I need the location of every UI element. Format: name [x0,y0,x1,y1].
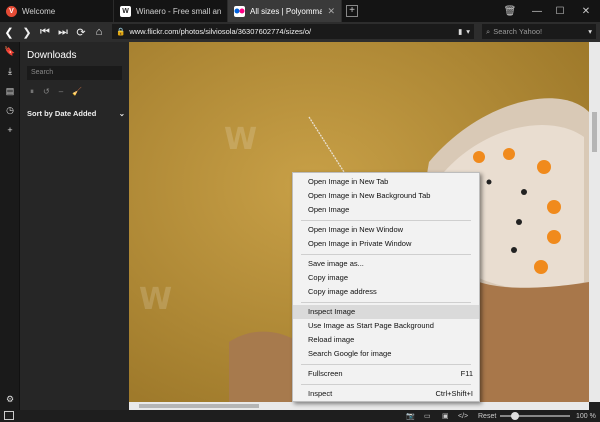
search-field[interactable]: ⌕ Search Yahoo! ▾ [482,24,596,39]
back-button[interactable]: ❮ [0,22,18,42]
menu-inspect-image[interactable]: Inspect Image [293,305,479,319]
clear-icon[interactable]: 🧹 [72,87,82,97]
page-actions-icon[interactable]: </> [458,413,468,420]
minimize-icon[interactable]: — [525,0,549,22]
tiling-icon[interactable]: ▭ [424,412,431,420]
tab-flickr[interactable]: All sizes | Polyommatus icar ✕ [228,0,342,22]
reset-zoom-button[interactable]: Reset [478,413,496,420]
bookmarks-icon[interactable]: 🔖 [0,46,20,57]
menu-copy-image[interactable]: Copy image [293,271,479,285]
vivaldi-icon: V [6,5,17,17]
search-placeholder: Search Yahoo! [493,27,543,36]
downloads-toolbar: ⏸ ↺ – 🧹 [30,87,82,97]
bookmark-icon[interactable]: ▮ [458,27,462,36]
status-bar: 📷 ▭ ▣ </> Reset 100 % [0,410,600,422]
menu-reload-image[interactable]: Reload image [293,333,479,347]
forward-button[interactable]: ❯ [18,22,36,42]
url-text: www.flickr.com/photos/silviosola/3630760… [129,27,312,36]
search-icon: ⌕ [486,26,491,36]
url-dropdown-icon[interactable]: ▾ [466,27,470,36]
panel-toggle-icon[interactable] [4,411,14,420]
retry-icon[interactable]: ↺ [43,87,50,97]
history-icon[interactable]: ◷ [0,105,20,116]
camera-icon[interactable]: 📷 [406,412,415,420]
menu-search-google-for-image[interactable]: Search Google for image [293,347,479,361]
image-icon[interactable]: ▣ [442,412,449,420]
menu-open-image-new-window[interactable]: Open Image in New Window [293,223,479,237]
notes-icon[interactable]: ▤ [0,86,20,97]
zoom-level: 100 % [576,412,596,420]
tab-title: All sizes | Polyommatus icar [250,6,323,16]
lock-icon: 🔒 [116,27,126,36]
menu-separator [301,254,471,255]
menu-open-image-private-window[interactable]: Open Image in Private Window [293,237,479,251]
menu-save-image-as[interactable]: Save image as... [293,257,479,271]
close-tab-icon[interactable]: ✕ [327,6,335,17]
chevron-down-icon: ⌄ [118,109,125,118]
vertical-scrollbar[interactable] [589,42,600,402]
address-bar[interactable]: 🔒 www.flickr.com/photos/silviosola/36307… [112,24,474,39]
sort-label: Sort by Date Added [27,109,97,118]
rewind-button[interactable]: ⏮ [36,22,54,42]
menu-open-image-background-tab[interactable]: Open Image in New Background Tab [293,189,479,203]
new-tab-button[interactable]: + [346,5,358,17]
reload-button[interactable]: ⟳ [72,22,90,42]
settings-icon[interactable]: ⚙ [0,394,20,405]
menu-separator [301,384,471,385]
tab-welcome[interactable]: V Welcome [0,0,114,22]
panel-title: Downloads [27,50,77,61]
tab-winaero[interactable]: W Winaero - Free small and us [114,0,228,22]
context-menu: Open Image in New Tab Open Image in New … [292,172,480,402]
sort-dropdown[interactable]: Sort by Date Added ⌄ [27,109,125,118]
watermark: W [224,122,258,157]
menu-open-image-new-tab[interactable]: Open Image in New Tab [293,175,479,189]
zoom-slider-handle[interactable] [511,412,519,420]
side-icon-bar: 🔖 ⤓ ▤ ◷ + ⚙ [0,42,20,410]
menu-open-image[interactable]: Open Image [293,203,479,217]
search-engine-dropdown-icon[interactable]: ▾ [588,27,592,36]
tab-title: Winaero - Free small and us [136,6,221,16]
menu-copy-image-address[interactable]: Copy image address [293,285,479,299]
flickr-icon [234,5,245,17]
menu-inspect[interactable]: Inspect Ctrl+Shift+I [293,387,479,401]
remove-icon[interactable]: – [59,87,63,97]
trash-icon[interactable]: 🗑 [498,0,522,22]
winaero-icon: W [120,5,131,17]
home-button[interactable]: ⌂ [90,22,108,42]
shortcut-inspect: Ctrl+Shift+I [435,389,473,398]
shortcut-fullscreen: F11 [460,369,473,378]
horizontal-scrollbar[interactable] [129,402,589,410]
add-panel-icon[interactable]: + [0,125,20,135]
menu-separator [301,364,471,365]
tab-title: Welcome [22,6,56,16]
pause-icon[interactable]: ⏸ [30,87,34,97]
menu-fullscreen[interactable]: Fullscreen F11 [293,367,479,381]
downloads-icon[interactable]: ⤓ [0,66,20,77]
menu-separator [301,302,471,303]
downloads-panel: Downloads Search ⏸ ↺ – 🧹 Sort by Date Ad… [20,42,129,410]
maximize-icon[interactable]: ☐ [548,0,572,22]
fast-forward-button[interactable]: ⏭ [54,22,72,42]
watermark: W [139,282,173,317]
menu-separator [301,220,471,221]
close-window-icon[interactable]: ✕ [574,0,598,22]
downloads-search-input[interactable]: Search [27,66,122,80]
menu-use-image-start-page-background[interactable]: Use Image as Start Page Background [293,319,479,333]
